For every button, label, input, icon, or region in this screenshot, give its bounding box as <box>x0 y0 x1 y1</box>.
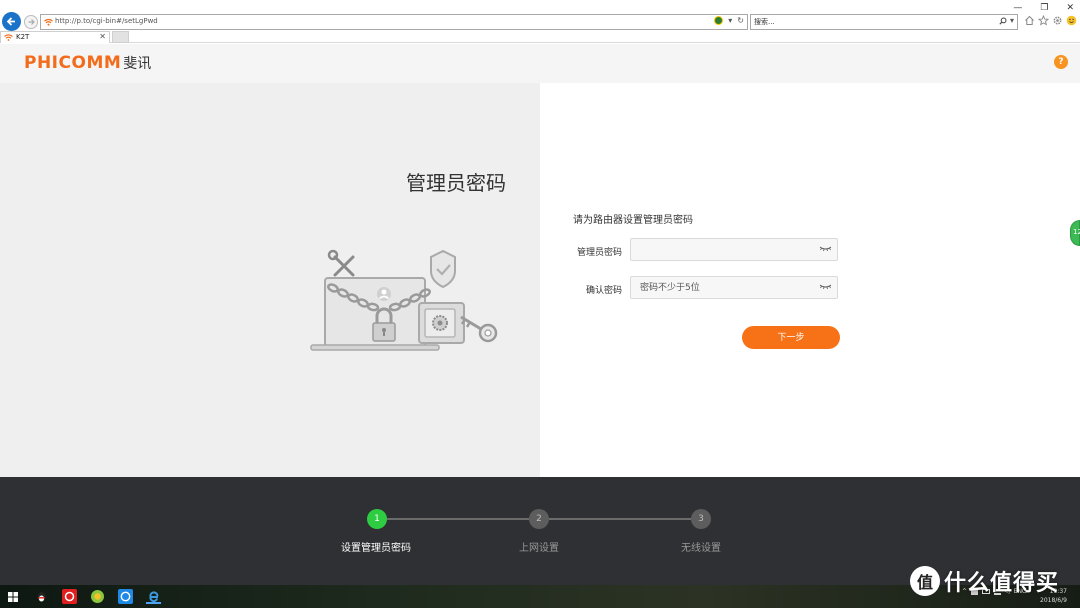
phicomm-logo: PHICOMM 斐讯 <box>24 53 151 73</box>
password-form-panel: 请为路由器设置管理员密码 管理员密码 确认密码 下一步 12 <box>540 83 1080 477</box>
next-step-button[interactable]: 下一步 <box>742 326 840 349</box>
search-dropdown-icon[interactable]: ▾ <box>1010 16 1014 25</box>
360-browser-icon[interactable] <box>90 589 105 604</box>
search-box[interactable]: 搜索... ▾ <box>750 14 1018 30</box>
tab-wifi-icon <box>4 34 13 41</box>
side-widget-label: 12 <box>1073 228 1080 236</box>
netease-music-icon[interactable] <box>62 589 77 604</box>
window-controls: — ❐ ✕ <box>1013 3 1074 13</box>
security-illustration <box>310 249 498 351</box>
help-icon[interactable]: ? <box>1054 55 1068 69</box>
screen: — ❐ ✕ http://p.to/cgi-bin#/setLgPwd ▾ ↻ … <box>0 0 1080 608</box>
step-1-indicator: 1 <box>367 509 387 529</box>
page-title: 管理员密码 <box>406 171 506 195</box>
watermark-logo: 值 <box>910 566 940 596</box>
refresh-icon[interactable]: ↻ <box>737 16 744 25</box>
back-arrow-icon <box>6 17 15 26</box>
kugou-music-icon[interactable] <box>118 589 133 604</box>
tab-title: K2T <box>16 33 30 41</box>
toggle-visibility-icon[interactable] <box>819 283 832 290</box>
tools-icon <box>327 249 355 277</box>
watermark-text: 什么值得买 <box>944 571 1060 596</box>
browser-chrome: — ❐ ✕ http://p.to/cgi-bin#/setLgPwd ▾ ↻ … <box>0 0 1080 43</box>
key-icon <box>460 315 498 343</box>
logo-brand-cn: 斐讯 <box>123 56 152 72</box>
internet-explorer-icon[interactable] <box>146 589 161 604</box>
address-tools: ▾ ↻ <box>714 16 744 25</box>
step-2-label: 上网设置 <box>519 543 559 554</box>
qq-penguin-icon[interactable] <box>34 589 49 604</box>
windows-start-icon[interactable] <box>8 592 18 602</box>
side-widget[interactable]: 12 <box>1070 220 1080 246</box>
restore-icon[interactable]: ❐ <box>1040 3 1048 13</box>
left-panel: 管理员密码 <box>0 83 540 477</box>
settings-gear-icon[interactable] <box>1052 15 1063 26</box>
step-1-label: 设置管理员密码 <box>341 543 411 554</box>
step-2-indicator: 2 <box>529 509 549 529</box>
url-text: http://p.to/cgi-bin#/setLgPwd <box>55 17 158 25</box>
confirm-password-input[interactable] <box>631 277 811 298</box>
close-window-icon[interactable]: ✕ <box>1066 3 1074 13</box>
tab-close-icon[interactable]: ✕ <box>99 32 106 41</box>
step-3-indicator: 3 <box>691 509 711 529</box>
clock-date: 2018/6/9 <box>1040 597 1067 604</box>
minimize-icon[interactable]: — <box>1013 3 1022 13</box>
confirm-password-field <box>630 276 838 299</box>
compat-view-icon[interactable] <box>714 16 724 25</box>
search-icon[interactable] <box>999 17 1007 25</box>
browser-tab-active[interactable]: K2T ✕ <box>0 31 110 43</box>
confirm-password-label: 确认密码 <box>585 286 622 296</box>
step-connector <box>387 518 529 520</box>
favorites-star-icon[interactable] <box>1038 15 1049 26</box>
dropdown-icon[interactable]: ▾ <box>728 16 732 25</box>
forward-button[interactable] <box>24 15 38 29</box>
back-button[interactable] <box>2 12 21 31</box>
browser-toolbar-icons <box>1024 15 1077 26</box>
wifi-favicon-icon <box>44 18 53 26</box>
form-heading: 请为路由器设置管理员密码 <box>573 215 693 226</box>
home-icon[interactable] <box>1024 15 1035 26</box>
logo-brand-en: PHICOMM <box>24 53 122 73</box>
admin-password-input[interactable] <box>631 239 811 260</box>
step-3-label: 无线设置 <box>681 543 721 554</box>
address-bar[interactable]: http://p.to/cgi-bin#/setLgPwd ▾ ↻ <box>40 14 748 30</box>
admin-password-label: 管理员密码 <box>576 248 622 258</box>
page-header: PHICOMM 斐讯 ? <box>0 44 1080 83</box>
watermark: 值 什么值得买 <box>910 565 1059 597</box>
step-connector <box>549 518 691 520</box>
toggle-visibility-icon[interactable] <box>819 245 832 252</box>
smiley-feedback-icon[interactable] <box>1066 15 1077 26</box>
shield-icon <box>430 249 456 289</box>
forward-arrow-icon <box>28 19 35 25</box>
new-tab-button[interactable] <box>112 31 129 43</box>
safe-icon <box>418 302 465 344</box>
admin-password-field <box>630 238 838 261</box>
search-tools: ▾ <box>999 16 1014 25</box>
search-placeholder: 搜索... <box>754 18 775 26</box>
